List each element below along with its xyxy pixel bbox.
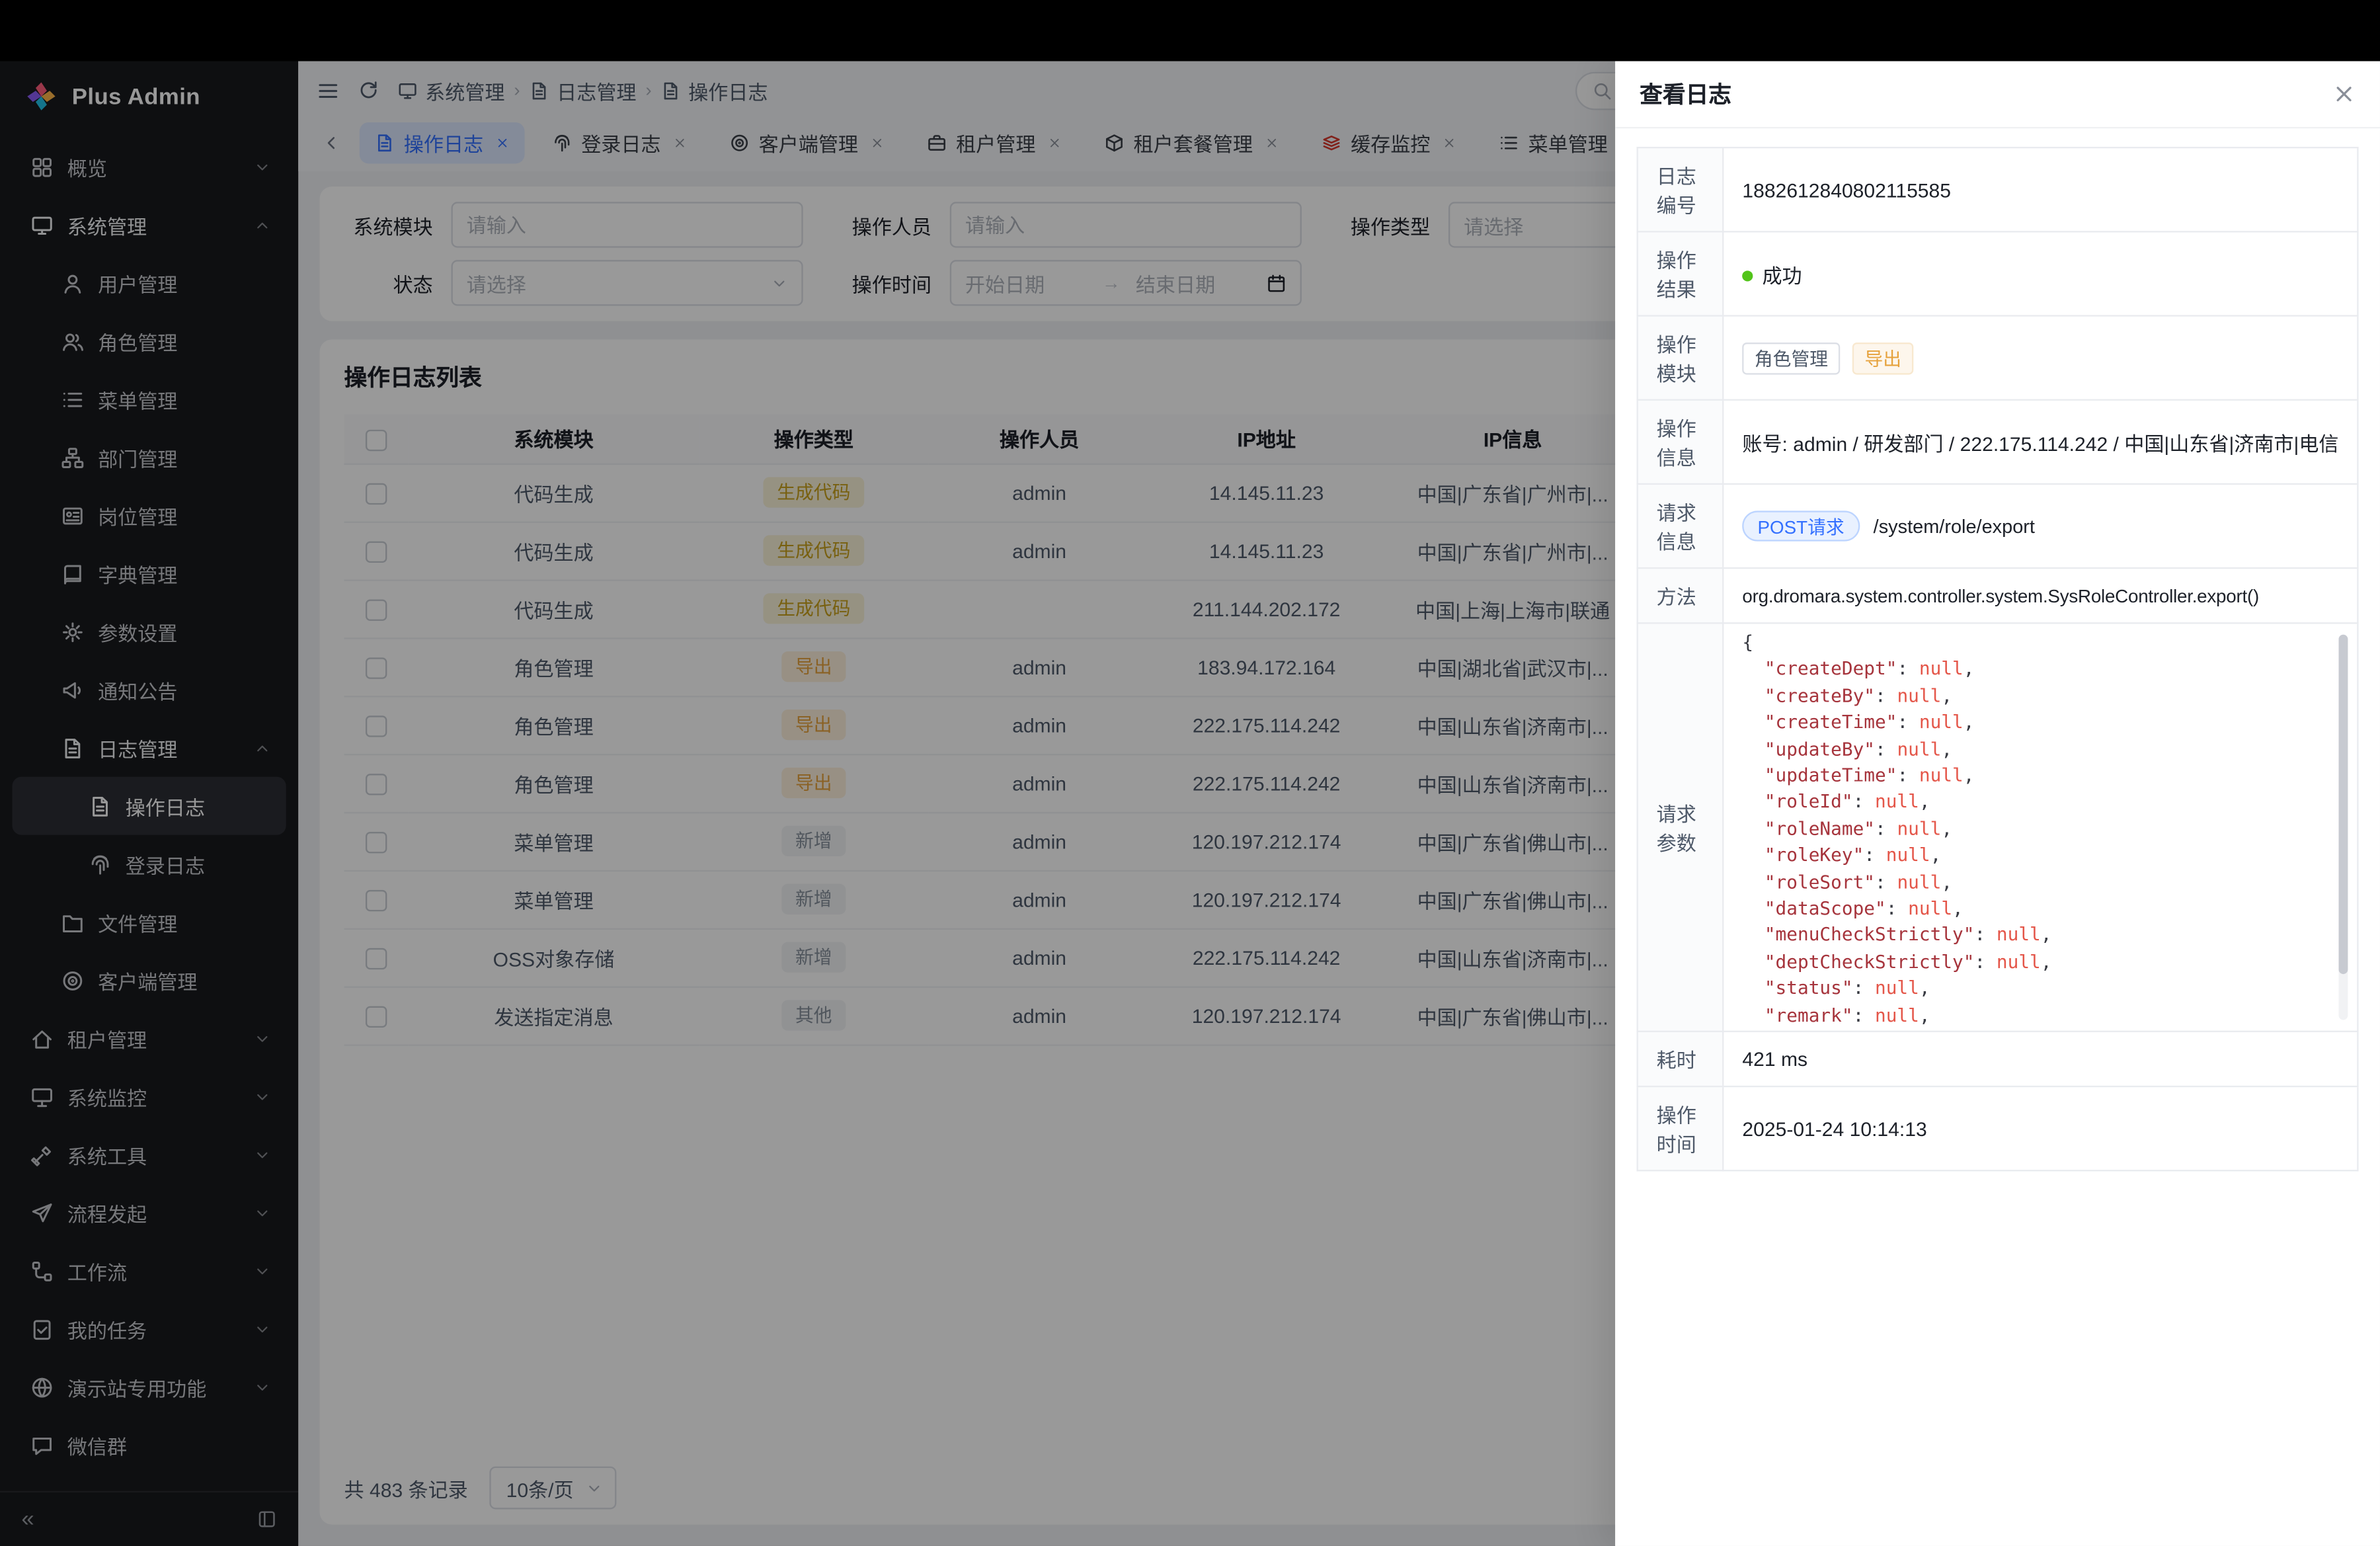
detail-label: 耗时 [1638,1032,1724,1086]
detail-label: 请求信息 [1638,484,1724,568]
drawer-header: 查看日志 [1615,61,2380,129]
status-text: 成功 [1762,264,1802,287]
viewport: Plus Admin 概览系统管理用户管理角色管理菜单管理部门管理岗位管理字典管… [0,0,2380,1546]
detail-row: 操作时间2025-01-24 10:14:13 [1638,1086,2358,1170]
scrollbar-thumb[interactable] [2338,635,2348,974]
close-icon[interactable] [2332,83,2356,106]
request-params-cell: { "createDept": null, "createBy": null, … [1723,623,2358,1031]
success-dot [1742,270,1753,280]
detail-label: 请求参数 [1638,623,1724,1031]
module-tag: 角色管理 [1742,342,1840,374]
log-detail-body: 日志编号1882612840802115585操作结果成功操作模块角色管理导出操… [1638,147,2358,1170]
detail-label: 方法 [1638,568,1724,623]
top-strip [0,0,2380,61]
json-code-block[interactable]: { "createDept": null, "createBy": null, … [1742,630,2351,1025]
detail-row: 方法org.dromara.system.controller.system.S… [1638,568,2358,623]
detail-row: 耗时421 ms [1638,1032,2358,1086]
drawer-body: 日志编号1882612840802115585操作结果成功操作模块角色管理导出操… [1615,128,2380,1190]
detail-row: 操作模块角色管理导出 [1638,316,2358,400]
detail-value: 成功 [1723,231,2358,315]
detail-row: 操作结果 成功 [1638,231,2358,315]
detail-row: 日志编号1882612840802115585 [1638,147,2358,231]
detail-label: 操作结果 [1638,231,1724,315]
detail-value: 2025-01-24 10:14:13 [1723,1086,2358,1170]
detail-label: 操作模块 [1638,316,1724,400]
detail-row: 操作信息账号: admin / 研发部门 / 222.175.114.242 /… [1638,400,2358,484]
detail-value: 1882612840802115585 [1723,147,2358,231]
detail-label: 操作信息 [1638,400,1724,484]
modal-mask[interactable] [0,61,1615,1546]
detail-label: 日志编号 [1638,147,1724,231]
detail-row: 请求参数{ "createDept": null, "createBy": nu… [1638,623,2358,1031]
detail-value: 账号: admin / 研发部门 / 222.175.114.242 / 中国|… [1723,400,2358,484]
detail-value: org.dromara.system.controller.system.Sys… [1723,568,2358,623]
app-window: Plus Admin 概览系统管理用户管理角色管理菜单管理部门管理岗位管理字典管… [0,0,2380,1546]
drawer-title: 查看日志 [1640,78,1731,110]
module-tag: 导出 [1852,342,1914,374]
scrollbar-track [2338,635,2348,1020]
log-detail-table: 日志编号1882612840802115585操作结果成功操作模块角色管理导出操… [1637,147,2359,1171]
detail-value: 角色管理导出 [1723,316,2358,400]
http-method-tag: POST请求 [1742,510,1859,541]
view-log-drawer: 查看日志 日志编号1882612840802115585操作结果 成功操作模块角色… [1615,61,2380,1546]
detail-value: 421 ms [1723,1032,2358,1086]
detail-label: 操作时间 [1638,1086,1724,1170]
request-url: /system/role/export [1874,516,2035,537]
detail-value: POST请求/system/role/export [1723,484,2358,568]
detail-row: 请求信息POST请求/system/role/export [1638,484,2358,568]
